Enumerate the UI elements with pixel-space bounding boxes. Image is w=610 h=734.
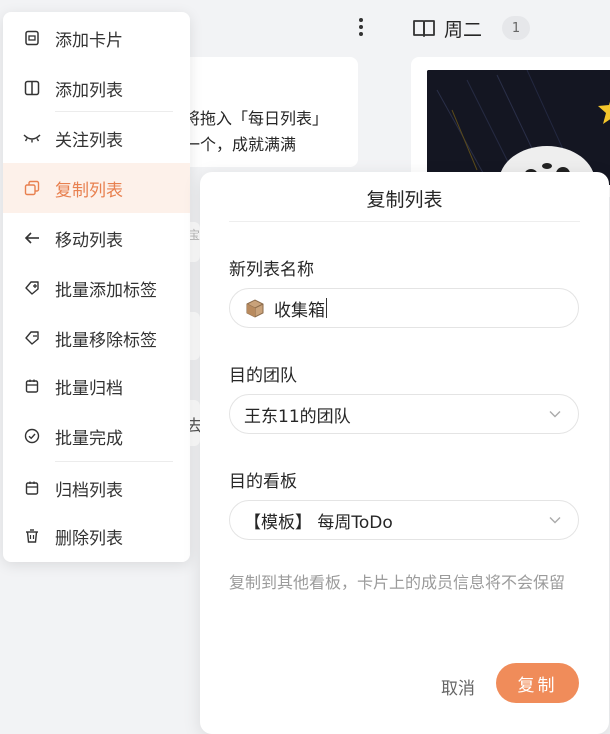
dialog-divider xyxy=(229,221,580,222)
menu-item-batch-archive[interactable]: 批量归档 xyxy=(3,361,190,411)
eye-closed-icon xyxy=(23,129,41,147)
menu-divider xyxy=(55,461,173,462)
menu-item-label: 归档列表 xyxy=(55,480,123,501)
check-circle-icon xyxy=(23,427,41,445)
menu-item-label: 移动列表 xyxy=(55,230,123,251)
copy-button[interactable]: 复制 xyxy=(496,663,579,703)
chevron-down-icon xyxy=(549,517,561,524)
chevron-down-icon xyxy=(549,411,561,418)
text-cursor xyxy=(326,298,327,318)
archive-icon xyxy=(23,377,41,395)
target-team-value: 王东11的团队 xyxy=(244,406,351,427)
target-team-select[interactable]: 王东11的团队 xyxy=(229,394,579,434)
menu-item-label: 删除列表 xyxy=(55,528,123,549)
target-board-label: 目的看板 xyxy=(229,472,297,492)
column-header: 周二 1 xyxy=(412,14,531,42)
tag-remove-icon xyxy=(23,329,41,347)
book-icon xyxy=(413,20,435,37)
card-text-line: 一个，成就满满 xyxy=(184,135,297,154)
copy-icon xyxy=(23,179,41,197)
menu-item-label: 添加卡片 xyxy=(55,30,123,51)
dialog-title: 复制列表 xyxy=(366,189,443,211)
card-icon xyxy=(23,29,41,47)
copy-list-dialog: 复制列表 新列表名称 收集箱 目的团队 王东11的团队 目的看板 【模板】 每周… xyxy=(200,172,609,734)
menu-item-label: 关注列表 xyxy=(55,130,123,151)
menu-item-label: 复制列表 xyxy=(55,180,123,201)
new-list-name-label: 新列表名称 xyxy=(229,260,314,280)
menu-item-copy-list[interactable]: 复制列表 xyxy=(3,163,190,213)
column-card-count: 1 xyxy=(502,16,531,40)
menu-item-move-list[interactable]: 移动列表 xyxy=(3,213,190,263)
menu-item-label: 批量归档 xyxy=(55,378,123,399)
cancel-button[interactable]: 取消 xyxy=(432,668,484,704)
menu-item-add-list[interactable]: 添加列表 xyxy=(3,63,190,113)
more-vertical-icon[interactable] xyxy=(352,14,370,40)
menu-item-label: 批量完成 xyxy=(55,428,123,449)
menu-item-delete-list[interactable]: 删除列表 xyxy=(3,511,190,561)
target-team-label: 目的团队 xyxy=(229,366,297,386)
copy-hint-text: 复制到其他看板，卡片上的成员信息将不会保留 xyxy=(229,573,566,592)
menu-item-archive-list[interactable]: 归档列表 xyxy=(3,463,190,513)
menu-item-label: 批量移除标签 xyxy=(55,330,157,351)
column-title: 周二 xyxy=(444,18,483,41)
archive-icon xyxy=(23,479,41,497)
split-column-icon xyxy=(23,79,41,97)
target-board-select[interactable]: 【模板】 每周ToDo xyxy=(229,500,579,540)
new-list-name-value: 收集箱 xyxy=(274,300,325,321)
list-context-menu: 添加卡片 添加列表 关注列表 复制列表 移动列表 批量添加标签 批量移除标签 批… xyxy=(3,12,190,562)
menu-item-batch-complete[interactable]: 批量完成 xyxy=(3,411,190,461)
box-icon xyxy=(246,299,264,318)
menu-item-follow-list[interactable]: 关注列表 xyxy=(3,113,190,163)
tag-add-icon xyxy=(23,279,41,297)
menu-item-batch-add-tag[interactable]: 批量添加标签 xyxy=(3,263,190,313)
trash-icon xyxy=(23,527,41,545)
arrow-left-icon xyxy=(23,229,41,247)
menu-divider xyxy=(55,111,173,112)
card-cover-image xyxy=(427,70,610,185)
new-list-name-input[interactable]: 收集箱 xyxy=(229,288,579,328)
menu-item-batch-remove-tag[interactable]: 批量移除标签 xyxy=(3,313,190,363)
target-board-value: 【模板】 每周ToDo xyxy=(244,512,393,533)
menu-item-add-card[interactable]: 添加卡片 xyxy=(3,13,190,63)
card-text-line: 将拖入「每日列表」 xyxy=(184,109,329,128)
menu-item-label: 添加列表 xyxy=(55,80,123,101)
menu-item-label: 批量添加标签 xyxy=(55,280,157,301)
